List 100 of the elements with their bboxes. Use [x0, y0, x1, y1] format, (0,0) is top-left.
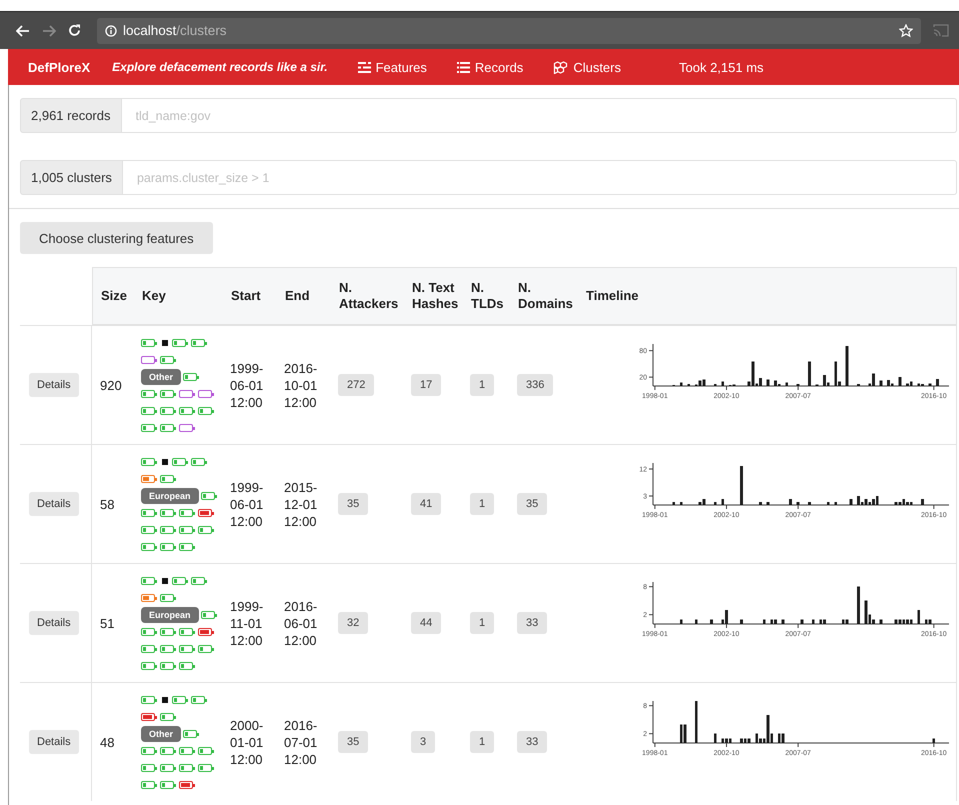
table-cell-text: 51	[100, 614, 116, 632]
timeline-bar	[721, 382, 724, 386]
column-header: N. TLDs	[471, 280, 504, 312]
timeline-bar	[766, 502, 770, 505]
forward-icon[interactable]	[42, 24, 56, 36]
count-badge: 1	[470, 374, 494, 396]
table-cell-text: 920	[100, 376, 123, 394]
count-badge: 41	[411, 493, 442, 515]
nav-link[interactable]: Clusters	[553, 60, 621, 74]
timeline-bar	[714, 384, 717, 386]
reload-icon[interactable]	[68, 24, 81, 37]
column-header: N. Attackers	[339, 280, 400, 312]
timeline-bar	[857, 384, 860, 386]
timing-text: Took 2,151 ms	[679, 60, 764, 74]
timeline-bar	[680, 502, 683, 505]
details-button[interactable]: Details	[29, 492, 79, 516]
table-cell-text: 58	[100, 496, 116, 512]
timeline-bar	[857, 586, 860, 624]
timeline-bar	[714, 734, 717, 743]
timeline-bar	[740, 466, 743, 505]
timeline-bar	[928, 383, 932, 386]
count-badge: 33	[517, 731, 548, 753]
clusters-query-field[interactable]: params.cluster_size > 1	[122, 160, 957, 195]
clusters-count: 1,005 clusters	[20, 160, 123, 195]
timeline-bar	[796, 384, 800, 386]
table-cell-text: 2000-01-01 12:00	[230, 716, 264, 768]
timeline-bar	[762, 619, 766, 624]
y-axis	[648, 344, 654, 386]
region-tag: European	[141, 606, 199, 622]
table-cell-text: 2016-07-01 12:00	[284, 716, 318, 768]
y-axis	[648, 462, 654, 506]
sliders-icon	[358, 62, 371, 72]
timeline-bar	[898, 377, 902, 386]
timeline-bar	[672, 502, 676, 505]
star-icon[interactable]	[899, 24, 913, 38]
timeline-bar	[694, 619, 698, 624]
choose-features-button[interactable]: Choose clustering features	[20, 222, 213, 254]
count-badge: 3	[411, 731, 436, 753]
timeline-bar	[917, 610, 920, 624]
timeline-bar	[880, 380, 882, 386]
y-axis	[648, 700, 654, 744]
tagline: Explore defacement records like a sir.	[112, 60, 328, 74]
table-cell-text: 1999-06-01 12:00	[230, 360, 264, 410]
timeline-bar	[826, 502, 830, 505]
count-badge: 44	[411, 612, 442, 634]
details-button[interactable]: Details	[29, 730, 79, 754]
details-button[interactable]: Details	[29, 611, 79, 635]
timeline-bar	[694, 701, 698, 743]
count-badge: 1	[470, 731, 494, 753]
brand-name[interactable]: DefPloreX	[28, 60, 90, 74]
url-text: localhost/clusters	[123, 23, 228, 38]
column-header: N. Text Hashes	[412, 280, 460, 312]
count-badge: 17	[411, 374, 442, 396]
region-tag: Other	[141, 726, 182, 742]
table-cell-text: 1999-06-01 12:00	[230, 478, 264, 530]
timeline-bar	[680, 619, 683, 624]
back-icon[interactable]	[16, 24, 30, 36]
records-count: 2,961 records	[20, 98, 122, 133]
timeline-bar	[808, 362, 811, 386]
count-badge: 32	[338, 612, 368, 634]
square-icon	[161, 576, 169, 584]
timeline-bar	[710, 619, 713, 624]
count-badge: 35	[338, 731, 368, 753]
timeline-bar	[687, 384, 690, 386]
timeline-bar	[796, 502, 800, 505]
timeline-bar	[932, 738, 936, 743]
region-tag: European	[141, 488, 199, 504]
region-tag: Other	[141, 368, 182, 384]
timeline-bar	[721, 499, 724, 505]
timeline-bar	[680, 382, 683, 386]
table-cell-text: 48	[100, 734, 116, 750]
column-header: Size	[101, 288, 128, 304]
timeline-bar	[921, 499, 924, 505]
timeline-bar	[766, 379, 770, 386]
timeline-bar	[800, 619, 804, 624]
nav-link[interactable]: Records	[456, 60, 524, 74]
square-icon	[161, 696, 169, 704]
square-icon	[161, 458, 169, 466]
timeline-bar	[714, 502, 717, 505]
timeline-bar	[834, 502, 838, 505]
timeline-bar	[808, 502, 811, 505]
count-badge: 1	[470, 612, 494, 634]
address-bar[interactable]: localhost/clusters	[97, 18, 921, 44]
column-header: End	[285, 288, 311, 304]
timeline-bar	[785, 382, 788, 386]
timeline-bar	[782, 619, 784, 624]
timeline-bar	[740, 619, 743, 624]
count-badge: 336	[517, 374, 554, 396]
timeline-bar	[812, 619, 815, 624]
count-badge: 1	[470, 493, 494, 515]
nav-link[interactable]: Features	[358, 60, 427, 74]
column-header: N. Domains	[518, 280, 574, 312]
y-axis	[648, 582, 654, 624]
column-header: Timeline	[586, 288, 640, 304]
records-query-field[interactable]: tld_name:gov	[122, 98, 957, 133]
table-cell-text: 2016-10-01 12:00	[284, 360, 318, 410]
timeline-bar	[789, 499, 792, 505]
list-icon	[456, 62, 470, 72]
details-button[interactable]: Details	[29, 373, 79, 397]
timeline-bar	[846, 346, 849, 386]
